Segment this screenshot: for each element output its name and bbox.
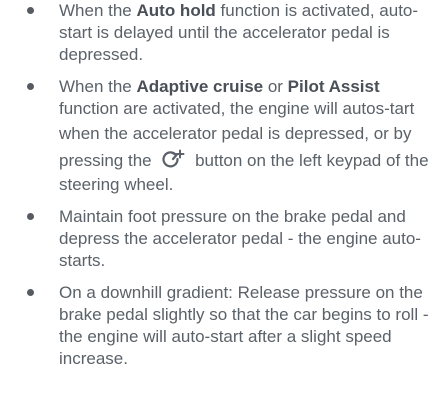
bullet-icon bbox=[27, 83, 34, 90]
restart-arrow-icon bbox=[156, 149, 190, 171]
list-item: Maintain foot pressure on the brake peda… bbox=[0, 206, 447, 272]
list-item: When the Adaptive cruise or Pilot Assist… bbox=[0, 76, 447, 196]
bullet-icon bbox=[27, 7, 34, 14]
item-text: When the bbox=[59, 77, 137, 96]
auto-hold-term: Auto hold bbox=[136, 1, 216, 20]
item-text: or bbox=[263, 77, 288, 96]
list-item: On a downhill gradient: Release pressure… bbox=[0, 282, 447, 370]
item-text: When the bbox=[59, 1, 137, 20]
item-text: On a downhill gradient: Release pressure… bbox=[59, 283, 429, 368]
adaptive-cruise-term: Adaptive cruise bbox=[136, 77, 264, 96]
instruction-list: When the Auto hold function is activated… bbox=[0, 0, 447, 370]
item-text: function are activated, the engine will … bbox=[59, 99, 415, 143]
bullet-icon bbox=[27, 213, 34, 220]
bullet-icon bbox=[27, 289, 34, 296]
item-text: Maintain foot pressure on the brake peda… bbox=[59, 207, 421, 270]
list-item: When the Auto hold function is activated… bbox=[0, 0, 447, 66]
pilot-assist-term: Pilot Assist bbox=[287, 77, 380, 96]
